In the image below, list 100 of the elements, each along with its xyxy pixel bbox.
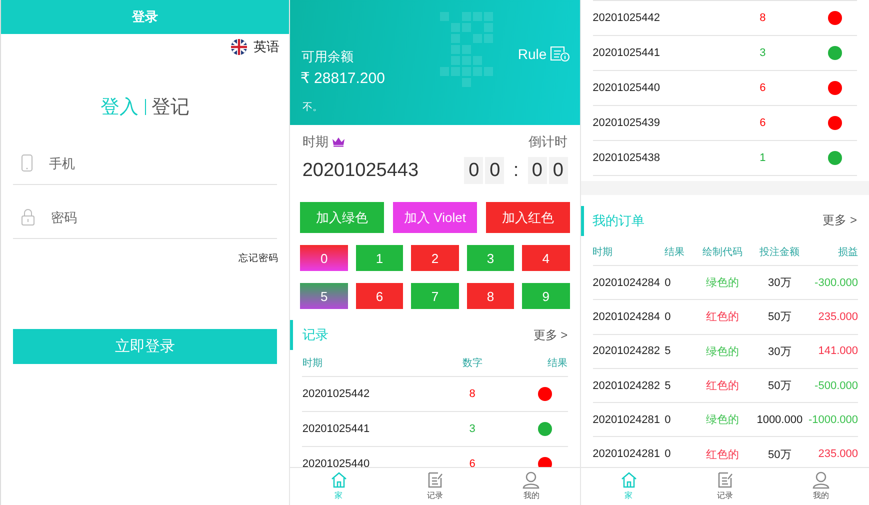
table-cell-text: 0 [664,310,672,323]
table-cell-text: 20201025441 [302,423,371,435]
table-cell: 20201024282 [592,380,661,392]
column-header: 损益 [836,246,858,258]
table-cell-text: 20201025440 [302,458,371,467]
join-button[interactable]: 加入红色 [486,202,570,233]
nav-tab[interactable]: 记录 [676,468,773,505]
table-cell-text: 235.000 [817,310,858,323]
nav-tab[interactable]: 我的 [772,468,869,505]
table-cell-text: 50万 [767,310,792,324]
table-cell: 20201024281 [592,448,661,460]
nav-tab[interactable]: 记录 [386,468,484,505]
table-cell-text: 8 [468,388,476,400]
notepad-icon [426,471,444,489]
user-icon [522,471,540,489]
title-bar: 登录 [1,0,290,34]
countdown-digit: 0 [528,157,547,184]
column-header: 时期 [592,246,614,258]
table-cell-text: 红色的 [705,379,740,394]
table-cell-text: 5 [664,380,672,392]
table-cell-text: 0 [664,448,672,460]
table-cell: 20201024281 [592,414,661,426]
section-title: 我的订单 [580,206,645,236]
column-header: 绘制代码 [702,246,744,258]
nav-tab[interactable]: 家 [580,468,677,505]
table-cell-text: 20201025442 [592,12,661,24]
nav-tab[interactable]: 家 [290,468,387,505]
table-cell-text: 0 [664,276,672,289]
table-cell-text: 30万 [767,276,792,290]
language-link[interactable]: 英语 [231,38,280,56]
document-info-icon [550,46,570,62]
table-cell-text: 8 [758,12,767,24]
column-header: 结果 [546,356,568,370]
countdown-label: 倒计时 [528,133,568,151]
join-button[interactable]: 加入 Violet [393,202,477,233]
nav-tab[interactable]: 我的 [483,468,580,505]
table-cell: 20201024282 [592,345,661,358]
table-cell-text: 235.000 [817,448,858,460]
table-cell-text: -1000.000 [807,414,858,426]
table-cell-text: 30万 [767,344,792,359]
table-cell-text: -300.000 [814,276,858,289]
table-cell-text: 1000.000 [756,414,804,426]
number-button[interactable]: 4 [522,245,570,271]
table-cell-text: 绿色的 [705,276,740,290]
more-link[interactable]: 更多 > [822,212,857,229]
table-cell-text: 20201025441 [592,47,661,59]
crown-icon [332,137,346,147]
forgot-password-link[interactable]: 忘记密码 [238,252,278,265]
more-link[interactable]: 更多 > [533,326,568,344]
number-button[interactable]: 5 [300,283,348,309]
column-header: 投注金额 [758,246,801,258]
table-cell-text: 20201025440 [592,82,661,94]
table-cell-text: 20201025439 [592,117,661,129]
table-cell-text: 3 [758,47,767,59]
number-button[interactable]: 2 [411,245,459,271]
number-button[interactable]: 6 [356,283,404,309]
table-cell-text: 红色的 [705,310,740,324]
number-button[interactable]: 9 [522,283,570,309]
table-cell-text: 6 [758,82,767,94]
countdown-digit: 0 [548,157,568,184]
column-header: 数字 [461,356,484,370]
period-label: 时期 [302,133,328,151]
table-cell-text: 5 [664,345,672,358]
table-cell-text: 6 [468,458,476,467]
table-cell-text: 绿色的 [705,413,740,428]
table-cell-text: 绿色的 [705,344,740,359]
table-cell: 20201024284 [592,276,661,289]
number-button[interactable]: 8 [466,283,514,309]
section-title: 记录 [290,320,328,350]
input-field[interactable]: 密码 [51,202,278,232]
table-cell-text: 6 [758,117,767,129]
flag-icon [231,39,248,55]
countdown-digit: 0 [464,157,484,184]
tab[interactable]: 登记 [152,94,190,120]
table-cell-text: 3 [468,423,476,435]
table-cell-text: 50万 [767,448,792,462]
user-icon [812,471,830,489]
table-cell-text: -500.000 [814,380,858,392]
lock-icon [21,208,35,226]
home-icon [620,471,638,489]
balance-label: 可用余额 [301,48,354,66]
table-cell-text: 20201025442 [302,388,371,400]
table-cell-text: 50万 [767,379,792,394]
number-button[interactable]: 1 [356,245,404,271]
number-button[interactable]: 7 [411,283,459,309]
table-cell-text: 0 [664,414,672,426]
column-header: 结果 [664,246,686,258]
table-cell-text: 红色的 [705,448,740,462]
countdown-separator: : [513,160,519,182]
column-header: 时期 [302,356,324,370]
number-button[interactable]: 3 [466,245,514,271]
number-button[interactable]: 0 [300,245,348,271]
rule-link[interactable]: Rule [518,46,570,62]
table-cell: 20201024284 [592,310,661,323]
table-cell-text: 1 [758,152,767,164]
balance-amount: ₹ 28817.200 [300,69,385,87]
join-button[interactable]: 加入绿色 [300,202,384,233]
input-field[interactable]: 手机 [49,148,278,178]
countdown-digit: 0 [485,157,504,184]
table-cell-text: 141.000 [817,345,858,358]
